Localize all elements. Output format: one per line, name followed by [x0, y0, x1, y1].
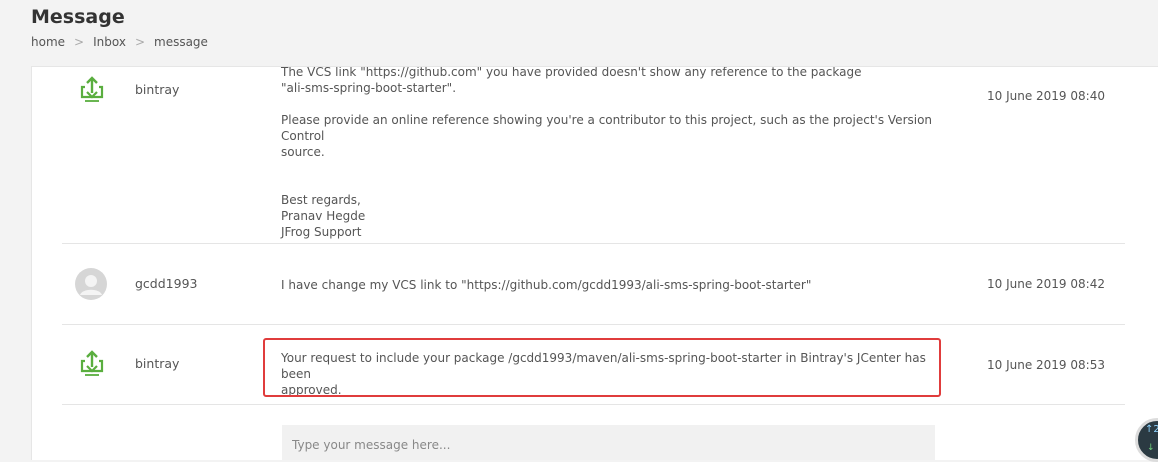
message-thread-panel: bintray The VCS link "https://github.com… [31, 66, 1158, 460]
message-line: "ali-sms-spring-boot-starter". [281, 81, 457, 95]
breadcrumb-separator: > [74, 35, 85, 49]
message-body: I have change my VCS link to "https://gi… [281, 277, 941, 293]
sender-name: bintray [135, 356, 180, 371]
breadcrumb: home > Inbox > message [31, 35, 208, 49]
upload-count: ↑2 [1145, 424, 1158, 435]
page-title: Message [31, 6, 125, 28]
message-timestamp: 10 June 2019 08:42 [987, 277, 1105, 291]
message-sender: bintray [77, 75, 179, 105]
message-body: The VCS link "https://github.com" you ha… [281, 66, 941, 240]
breadcrumb-current: message [154, 35, 208, 49]
breadcrumb-home[interactable]: home [31, 35, 65, 49]
message-line: Please provide an online reference showi… [281, 113, 933, 143]
breadcrumb-inbox[interactable]: Inbox [93, 35, 126, 49]
message-line: Pranav Hegde [281, 209, 366, 223]
message-row: gcdd1993 I have change my VCS link to "h… [62, 244, 1125, 325]
bintray-upload-icon [77, 75, 107, 105]
breadcrumb-separator: > [134, 35, 145, 49]
message-line: JFrog Support [281, 225, 362, 239]
message-timestamp: 10 June 2019 08:40 [987, 89, 1105, 103]
download-indicator: ↓ [1147, 443, 1155, 453]
message-line: The VCS link "https://github.com" you ha… [281, 66, 862, 79]
message-input[interactable] [282, 425, 935, 460]
sender-name: bintray [135, 82, 180, 97]
highlight-annotation-box [263, 338, 941, 397]
message-sender: gcdd1993 [75, 268, 198, 300]
sender-name: gcdd1993 [135, 276, 198, 291]
message-line: I have change my VCS link to "https://gi… [281, 278, 812, 292]
message-timestamp: 10 June 2019 08:53 [987, 358, 1105, 372]
default-user-avatar-icon [75, 268, 107, 300]
page-header: Message [31, 5, 125, 29]
message-row: bintray The VCS link "https://github.com… [62, 66, 1125, 244]
message-line: Best regards, [281, 193, 361, 207]
message-sender: bintray [77, 349, 179, 379]
message-line: source. [281, 145, 325, 159]
bintray-upload-icon [77, 349, 107, 379]
